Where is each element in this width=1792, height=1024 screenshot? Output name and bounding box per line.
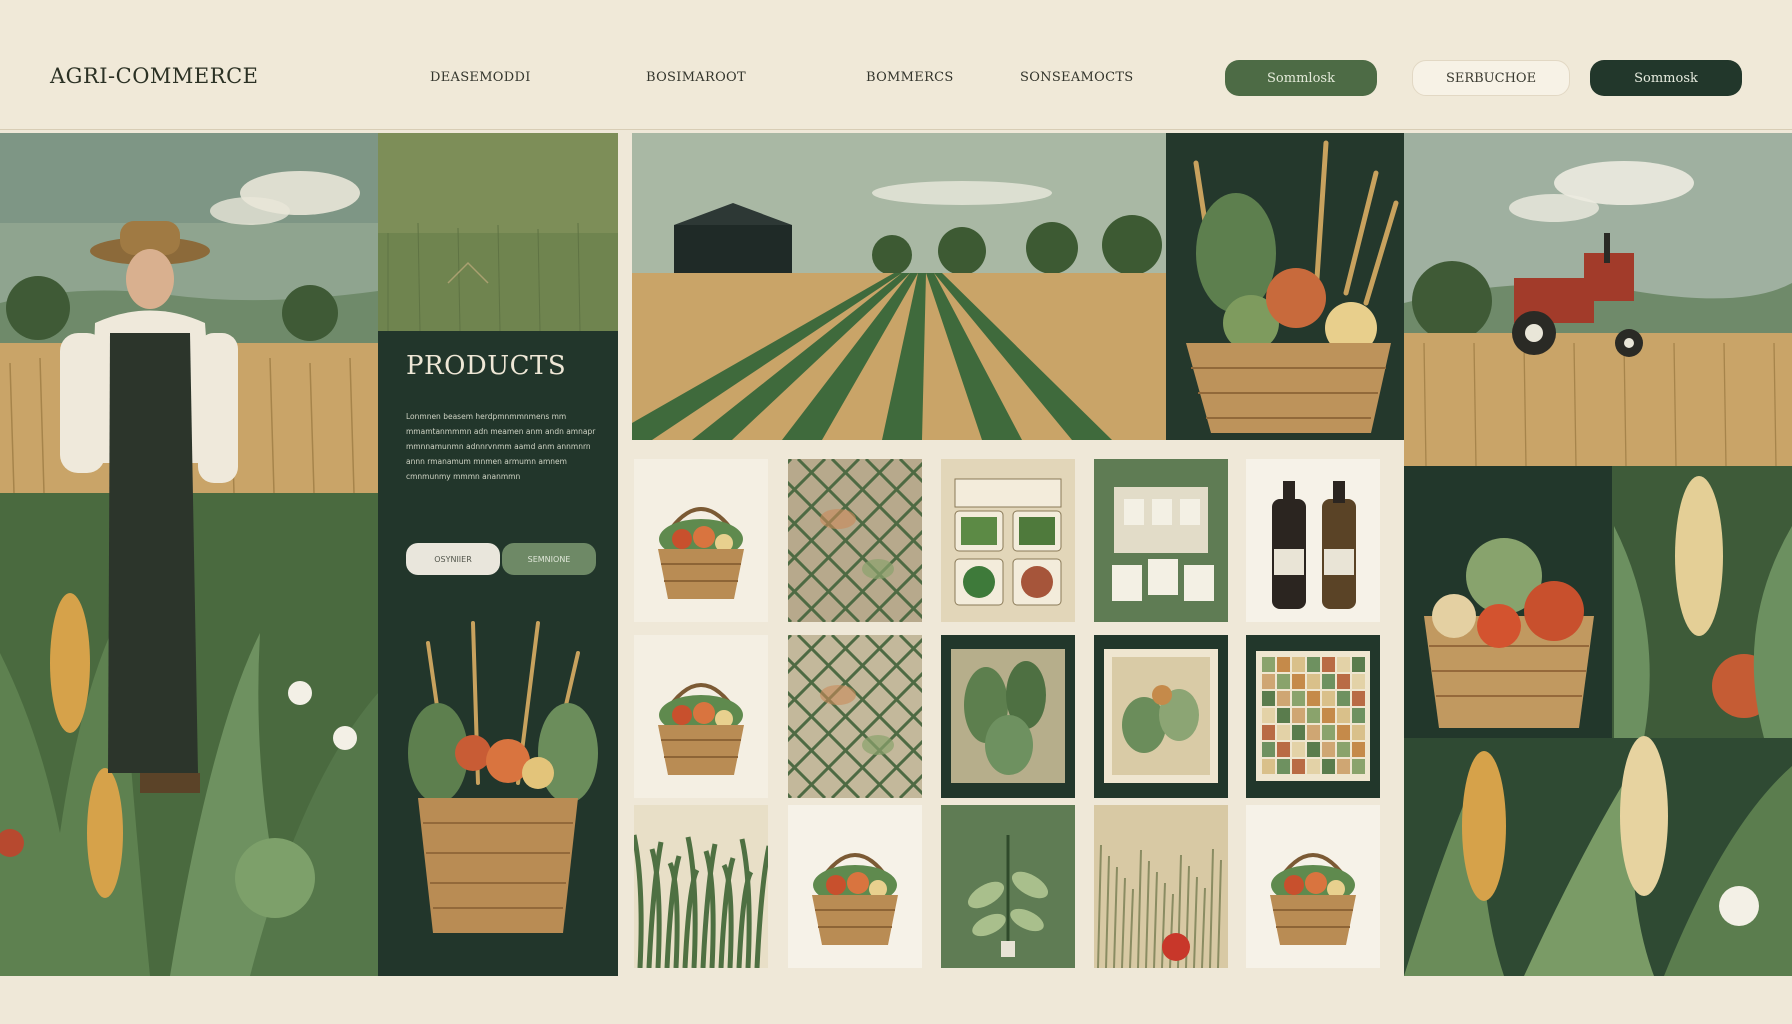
crop-rows-field-illustration [632, 133, 1166, 440]
lattice-tile-1-art [788, 459, 922, 622]
products-primary-button[interactable]: OSYNIIER [406, 543, 500, 575]
header-button-secondary[interactable]: SERBUCHOE [1412, 60, 1570, 96]
top-header: AGRI-COMMERCE DEASEMODDI BOSIMAROOT BOMM… [0, 0, 1792, 130]
seed-packets-tile-art [941, 459, 1075, 622]
meadow-tile-art [1094, 805, 1228, 968]
plant-tile[interactable] [941, 805, 1075, 968]
harvest-basket-illustration [378, 603, 618, 976]
basket-tile-2-art [634, 635, 768, 798]
leaf-frame-tile-2[interactable] [1094, 635, 1228, 798]
nav-item-3[interactable]: BOMMERCS [866, 70, 954, 85]
tractor-field-illustration [1404, 133, 1792, 466]
basket-tile-1[interactable] [634, 459, 768, 622]
header-button-primary[interactable]: Sommlosk [1225, 60, 1377, 96]
products-secondary-button[interactable]: SEMNIONE [502, 543, 596, 575]
products-panel: PRODUCTS Lonmnen beasem herdpmnmmnmens m… [378, 133, 618, 976]
meadow-tile[interactable] [1094, 805, 1228, 968]
products-title: PRODUCTS [406, 351, 567, 381]
basket-tile-3-art [788, 805, 922, 968]
basket-tile-1-art [634, 459, 768, 622]
basket-tile-3[interactable] [788, 805, 922, 968]
seed-cards-tile-art [1094, 459, 1228, 622]
grass-tile[interactable] [634, 805, 768, 968]
lattice-tile-2-art [788, 635, 922, 798]
basket-tile-4[interactable] [1246, 805, 1380, 968]
farmer-field-illustration [0, 133, 378, 976]
grass-tile-art [634, 805, 768, 968]
basket-tile-4-art [1246, 805, 1380, 968]
lattice-tile-1[interactable] [788, 459, 922, 622]
nav-item-4[interactable]: SONSEAMOCTS [1020, 70, 1134, 85]
nav-item-2[interactable]: BOSIMAROOT [646, 70, 746, 85]
seed-packets-tile[interactable] [941, 459, 1075, 622]
nav-item-1[interactable]: DEASEMODDI [430, 70, 531, 85]
harvest-basket-hero [1166, 133, 1404, 440]
color-grid-tile-art [1246, 635, 1380, 798]
leaf-frame-tile-1[interactable] [941, 635, 1075, 798]
brand-logo[interactable]: AGRI-COMMERCE [50, 64, 258, 88]
products-description: Lonmnen beasem herdpmnmmnmens mm mmamtan… [406, 412, 596, 481]
leaf-frame-tile-1-art [941, 635, 1075, 798]
plant-tile-art [941, 805, 1075, 968]
barn-field-banner [378, 133, 618, 331]
corn-basket-illustration [1404, 466, 1792, 976]
lattice-tile-2[interactable] [788, 635, 922, 798]
bottles-tile-art [1246, 459, 1380, 622]
bottles-tile[interactable] [1246, 459, 1380, 622]
header-button-dark[interactable]: Sommosk [1590, 60, 1742, 96]
color-grid-tile[interactable] [1246, 635, 1380, 798]
leaf-frame-tile-2-art [1094, 635, 1228, 798]
basket-tile-2[interactable] [634, 635, 768, 798]
seed-cards-tile[interactable] [1094, 459, 1228, 622]
